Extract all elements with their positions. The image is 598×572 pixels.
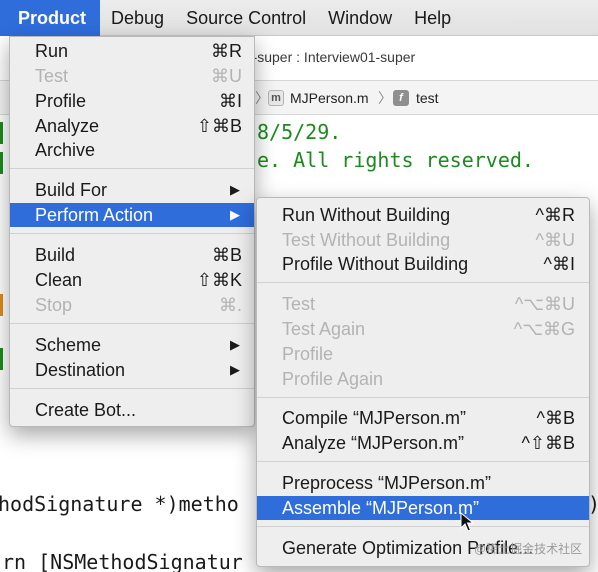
objc-file-icon: m <box>268 90 284 106</box>
menu-item-label: Destination <box>35 360 126 380</box>
watermark: @稀土掘金技术社区 <box>474 542 583 556</box>
menu-item-assemble[interactable]: Assemble “MJPerson.m” <box>257 496 589 520</box>
menu-item-test-without-building: Test Without Building ^⌘U <box>257 228 589 252</box>
gutter-marker <box>0 152 3 174</box>
menu-item-shortcut: ⇧⌘B <box>196 116 242 136</box>
menu-item-shortcut: ⌘R <box>211 41 242 61</box>
code-line: e. All rights reserved. <box>257 148 534 172</box>
menu-item-shortcut: ⌘I <box>218 91 242 111</box>
menu-item-label: Compile “MJPerson.m” <box>282 408 467 428</box>
menu-separator <box>10 388 254 389</box>
menubar-item-product[interactable]: Product <box>0 0 101 36</box>
menu-item-profile: Profile <box>257 342 589 366</box>
menu-item-build-for[interactable]: Build For ▶ <box>10 178 254 202</box>
perform-action-submenu: Run Without Building ^⌘R Test Without Bu… <box>256 197 590 567</box>
code-line: rn [NSMethodSignatur <box>2 550 243 572</box>
code-line: hodSignature *)metho <box>0 492 239 516</box>
menu-item-label: Test <box>35 66 69 86</box>
menu-separator <box>10 168 254 169</box>
menu-item-shortcut: ⌘. <box>218 295 242 315</box>
menubar-item-source-control[interactable]: Source Control <box>175 0 317 36</box>
menu-item-build[interactable]: Build ⌘B <box>10 243 254 267</box>
mouse-cursor-icon <box>460 512 474 532</box>
menu-item-label: Test <box>282 294 316 314</box>
menubar-item-window[interactable]: Window <box>317 0 403 36</box>
window-title: v01-super : Interview01-super <box>230 49 416 65</box>
menu-separator <box>10 233 254 234</box>
menu-item-analyze-file[interactable]: Analyze “MJPerson.m” ^⇧⌘B <box>257 431 589 455</box>
menu-item-clean[interactable]: Clean ⇧⌘K <box>10 268 254 292</box>
menu-item-run[interactable]: Run ⌘R <box>10 39 254 63</box>
menu-item-label: Scheme <box>35 335 102 355</box>
submenu-arrow-icon: ▶ <box>230 182 240 197</box>
gutter-marker <box>0 294 3 316</box>
menu-item-label: Clean <box>35 270 83 290</box>
menu-item-shortcut: ⇧⌘K <box>196 270 242 290</box>
menu-item-stop: Stop ⌘. <box>10 293 254 317</box>
menu-item-profile-without-building[interactable]: Profile Without Building ^⌘I <box>257 252 589 276</box>
menu-separator <box>257 526 589 527</box>
menubar-item-help[interactable]: Help <box>403 0 462 36</box>
menu-item-test: Test ⌘U <box>10 64 254 88</box>
menu-item-label: Perform Action <box>35 205 154 225</box>
menu-bar: Product Debug Source Control Window Help <box>0 0 598 36</box>
menu-item-label: Test Again <box>282 319 366 339</box>
menu-item-analyze[interactable]: Analyze ⇧⌘B <box>10 114 254 138</box>
gutter-marker <box>0 348 3 370</box>
code-line: 8/5/29. <box>257 120 342 144</box>
menu-item-label: Build <box>35 245 76 265</box>
menu-item-preprocess[interactable]: Preprocess “MJPerson.m” <box>257 471 589 495</box>
menu-item-label: Run <box>35 41 69 61</box>
menu-item-label: Archive <box>35 140 96 160</box>
menu-item-label: Build For <box>35 180 108 200</box>
method-icon: f <box>393 90 409 106</box>
menu-item-shortcut: ^⌥⌘G <box>513 319 575 339</box>
menu-item-label: Profile <box>282 344 334 364</box>
menu-item-label: Assemble “MJPerson.m” <box>282 498 480 518</box>
menu-item-label: Run Without Building <box>282 205 451 225</box>
menu-item-scheme[interactable]: Scheme ▶ <box>10 333 254 357</box>
submenu-arrow-icon: ▶ <box>230 207 240 222</box>
menu-item-label: Profile Again <box>282 369 384 389</box>
menu-item-profile[interactable]: Profile ⌘I <box>10 89 254 113</box>
chevron-right-icon: 〉 <box>378 90 392 106</box>
submenu-arrow-icon: ▶ <box>230 337 240 352</box>
menu-item-label: Preprocess “MJPerson.m” <box>282 473 492 493</box>
chevron-right-icon: 〉 <box>255 90 269 106</box>
menu-item-shortcut: ⌘B <box>211 245 242 265</box>
menu-item-compile[interactable]: Compile “MJPerson.m” ^⌘B <box>257 406 589 430</box>
menu-item-label: Stop <box>35 295 73 315</box>
menu-separator <box>10 323 254 324</box>
menu-item-shortcut: ^⇧⌘B <box>521 433 575 453</box>
menu-item-label: Analyze “MJPerson.m” <box>282 433 465 453</box>
menu-item-label: Analyze <box>35 116 100 136</box>
menu-item-label: Profile Without Building <box>282 254 469 274</box>
menu-item-test-again: Test Again ^⌥⌘G <box>257 317 589 341</box>
menu-item-shortcut: ^⌘U <box>535 230 575 250</box>
menu-item-destination[interactable]: Destination ▶ <box>10 358 254 382</box>
gutter-marker <box>0 122 3 144</box>
menu-item-label: Profile <box>35 91 87 111</box>
menubar-item-debug[interactable]: Debug <box>100 0 175 36</box>
menu-item-shortcut: ^⌘B <box>536 408 575 428</box>
menu-separator <box>257 461 589 462</box>
menu-item-label: Create Bot... <box>35 400 137 420</box>
jumpbar-method[interactable]: test <box>416 81 439 115</box>
menu-item-shortcut: ^⌘R <box>535 205 575 225</box>
menu-item-shortcut: ⌘U <box>211 66 242 86</box>
menu-separator <box>257 282 589 283</box>
menu-item-label: Test Without Building <box>282 230 451 250</box>
jumpbar-file[interactable]: MJPerson.m <box>290 81 369 115</box>
menu-item-shortcut: ^⌥⌘U <box>514 294 575 314</box>
menu-item-test: Test ^⌥⌘U <box>257 292 589 316</box>
menu-item-create-bot[interactable]: Create Bot... <box>10 398 254 422</box>
submenu-arrow-icon: ▶ <box>230 362 240 377</box>
menu-item-profile-again: Profile Again <box>257 367 589 391</box>
menu-item-perform-action[interactable]: Perform Action ▶ <box>10 203 254 227</box>
menu-item-archive[interactable]: Archive <box>10 138 254 162</box>
menu-item-run-without-building[interactable]: Run Without Building ^⌘R <box>257 203 589 227</box>
product-menu: Run ⌘R Test ⌘U Profile ⌘I Analyze ⇧⌘B Ar… <box>9 36 255 427</box>
menu-item-shortcut: ^⌘I <box>543 254 575 274</box>
menu-separator <box>257 397 589 398</box>
